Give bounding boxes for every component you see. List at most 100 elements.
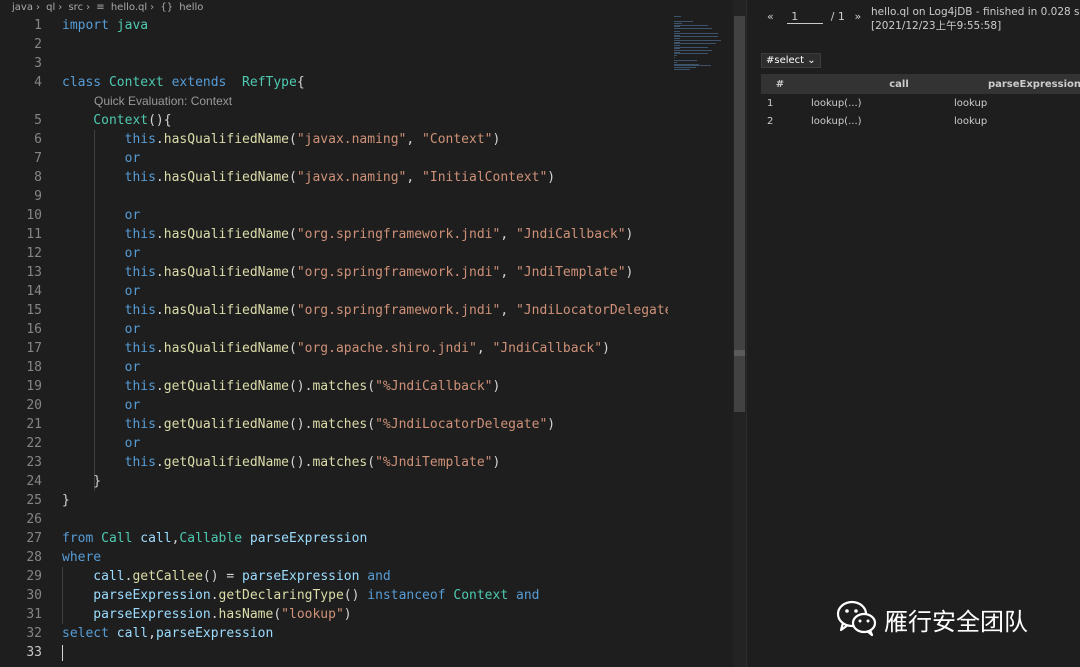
code-text[interactable]: or: [62, 149, 141, 168]
code-text[interactable]: parseExpression.hasName("lookup"): [62, 605, 351, 624]
code-line[interactable]: 1 import java: [0, 16, 668, 35]
code-lens[interactable]: Quick Evaluation: Context: [0, 92, 668, 111]
breadcrumb-item-ql[interactable]: ql: [46, 2, 55, 13]
code-line[interactable]: 15 this.hasQualifiedName("org.springfram…: [0, 301, 668, 320]
code-line[interactable]: 26: [0, 510, 668, 529]
code-token: or: [62, 360, 141, 375]
code-token: getCallee: [132, 569, 203, 584]
code-text[interactable]: parseExpression.getDeclaringType() insta…: [62, 586, 539, 605]
column-header-parse-expression[interactable]: parseExpression: [951, 74, 1080, 94]
code-line[interactable]: 30 parseExpression.getDeclaringType() in…: [0, 586, 668, 605]
column-header-call[interactable]: call: [799, 74, 951, 94]
minimap-line: [674, 27, 712, 29]
line-number: 22: [26, 436, 42, 451]
code-line[interactable]: 14 or: [0, 282, 668, 301]
column-header-index[interactable]: #: [761, 74, 799, 94]
minimap[interactable]: [670, 16, 732, 76]
code-text[interactable]: import java: [62, 16, 148, 35]
code-line[interactable]: 19 this.getQualifiedName().matches("%Jnd…: [0, 377, 668, 396]
code-text[interactable]: or: [62, 358, 141, 377]
code-text[interactable]: }: [62, 472, 101, 491]
code-line[interactable]: 5 Context(){: [0, 111, 668, 130]
code-line[interactable]: 17 this.hasQualifiedName("org.apache.shi…: [0, 339, 668, 358]
code-token: "Context": [422, 132, 493, 147]
code-text[interactable]: or: [62, 396, 141, 415]
code-text[interactable]: this.hasQualifiedName("javax.naming", "C…: [62, 130, 501, 149]
code-line[interactable]: 20 or: [0, 396, 668, 415]
code-text[interactable]: from Call call,Callable parseExpression: [62, 529, 367, 548]
code-text[interactable]: this.hasQualifiedName("javax.naming", "I…: [62, 168, 556, 187]
table-row: 2 lookup(...) lookup: [761, 112, 1080, 130]
code-line[interactable]: 24 }: [0, 472, 668, 491]
code-token: ,: [500, 265, 516, 280]
code-text[interactable]: this.getQualifiedName().matches("%JndiTe…: [62, 453, 501, 472]
breadcrumb-item-symbol[interactable]: hello: [179, 2, 203, 13]
code-token: call: [140, 531, 172, 546]
code-text[interactable]: this.hasQualifiedName("org.springframewo…: [62, 301, 668, 320]
code-text[interactable]: where: [62, 548, 101, 567]
query-results-panel: « 1 / 1 » hello.ql on Log4jDB - finished…: [746, 0, 1080, 667]
code-line[interactable]: 21 this.getQualifiedName().matches("%Jnd…: [0, 415, 668, 434]
code-token: or: [62, 151, 141, 166]
code-line[interactable]: 29 call.getCallee() = parseExpression an…: [0, 567, 668, 586]
editor-scrollbar[interactable]: [733, 0, 746, 667]
line-number: 25: [26, 493, 42, 508]
chevron-down-icon: ⌄: [807, 55, 816, 66]
breadcrumb-item-file[interactable]: hello.ql: [111, 2, 147, 13]
code-token: hasQualifiedName: [163, 341, 289, 356]
code-line[interactable]: 3: [0, 54, 668, 73]
code-line[interactable]: 33: [0, 643, 668, 662]
code-area[interactable]: 1 import java 2 3 4 class Context extends Ref…: [0, 16, 668, 667]
line-number: 8: [34, 170, 42, 185]
code-line[interactable]: 22 or: [0, 434, 668, 453]
code-line[interactable]: 7 or: [0, 149, 668, 168]
code-line[interactable]: 2: [0, 35, 668, 54]
code-text[interactable]: this.hasQualifiedName("org.springframewo…: [62, 225, 634, 244]
code-line[interactable]: 31 parseExpression.hasName("lookup"): [0, 605, 668, 624]
code-text[interactable]: this.hasQualifiedName("org.apache.shiro.…: [62, 339, 610, 358]
code-line[interactable]: 11 this.hasQualifiedName("org.springfram…: [0, 225, 668, 244]
expression-link[interactable]: lookup: [951, 112, 1080, 130]
code-text[interactable]: or: [62, 206, 141, 225]
code-line[interactable]: 27 from Call call,Callable parseExpressio…: [0, 529, 668, 548]
code-line[interactable]: 32 select call,parseExpression: [0, 624, 668, 643]
call-link[interactable]: lookup(...): [799, 94, 951, 112]
code-text[interactable]: call.getCallee() = parseExpression and: [62, 567, 390, 586]
code-line[interactable]: 16 or: [0, 320, 668, 339]
prev-page-button[interactable]: «: [767, 10, 774, 23]
code-line[interactable]: 25}: [0, 491, 668, 510]
code-line[interactable]: 6 this.hasQualifiedName("javax.naming", …: [0, 130, 668, 149]
code-line[interactable]: 9: [0, 187, 668, 206]
code-text[interactable]: Context(){: [62, 111, 171, 130]
code-text[interactable]: this.getQualifiedName().matches("%JndiCa…: [62, 377, 501, 396]
code-line[interactable]: 23 this.getQualifiedName().matches("%Jnd…: [0, 453, 668, 472]
code-token: "org.springframework.jndi": [296, 303, 501, 318]
code-line[interactable]: 4 class Context extends RefType{: [0, 73, 668, 92]
breadcrumb-item-src[interactable]: src: [68, 2, 83, 13]
code-line[interactable]: 8 this.hasQualifiedName("javax.naming", …: [0, 168, 668, 187]
code-text[interactable]: or: [62, 434, 141, 453]
code-text[interactable]: or: [62, 282, 141, 301]
code-text[interactable]: select call,parseExpression: [62, 624, 273, 643]
page-number-input[interactable]: 1: [787, 10, 824, 24]
result-set-select[interactable]: #select ⌄: [761, 53, 821, 68]
code-line[interactable]: 10 or: [0, 206, 668, 225]
code-line[interactable]: 28 where: [0, 548, 668, 567]
code-line[interactable]: 12 or: [0, 244, 668, 263]
code-editor[interactable]: java › ql › src › ≡ hello.ql › {} hello 1 imp…: [0, 0, 746, 667]
quick-evaluation-link[interactable]: Quick Evaluation: Context: [94, 92, 232, 111]
code-text[interactable]: or: [62, 320, 141, 339]
code-text[interactable]: }: [62, 491, 70, 510]
code-text[interactable]: class Context extends RefType{: [62, 73, 305, 92]
expression-link[interactable]: lookup: [951, 94, 1080, 112]
code-text[interactable]: or: [62, 244, 141, 263]
code-line[interactable]: 18 or: [0, 358, 668, 377]
call-link[interactable]: lookup(...): [799, 112, 951, 130]
breadcrumb-item-java[interactable]: java: [12, 2, 33, 13]
code-token: ().: [288, 417, 313, 432]
code-line[interactable]: 13 this.hasQualifiedName("org.springfram…: [0, 263, 668, 282]
code-text[interactable]: this.getQualifiedName().matches("%JndiLo…: [62, 415, 556, 434]
next-page-button[interactable]: »: [854, 10, 861, 23]
code-text[interactable]: this.hasQualifiedName("org.springframewo…: [62, 263, 634, 282]
line-number: 31: [26, 607, 42, 622]
